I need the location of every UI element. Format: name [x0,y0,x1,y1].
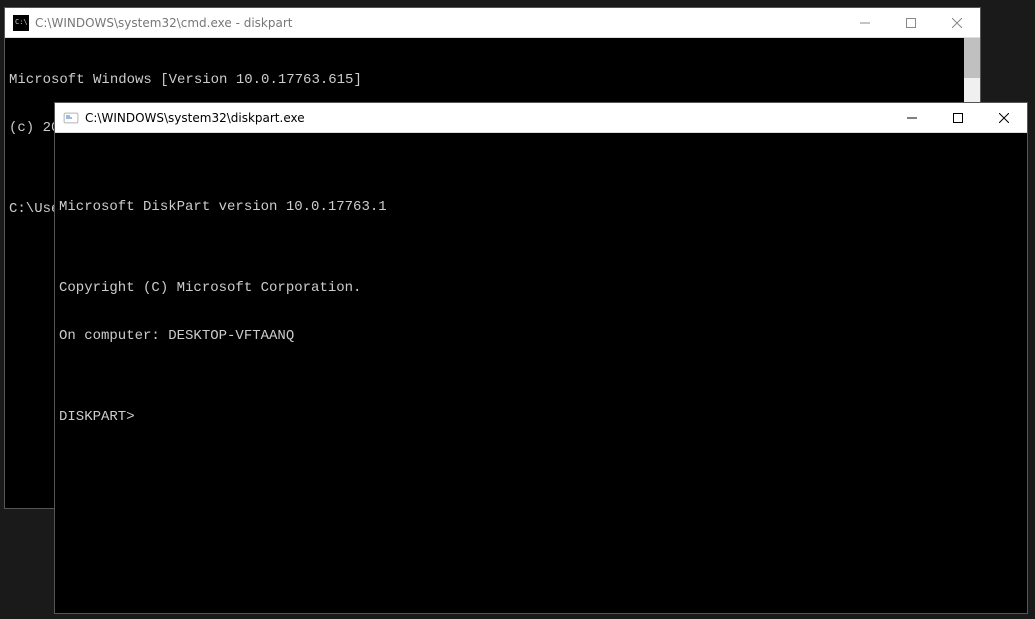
close-button[interactable] [934,8,980,37]
terminal-line: Microsoft Windows [Version 10.0.17763.61… [9,72,960,88]
cmd-window-controls [842,8,980,37]
diskpart-icon [63,110,79,126]
diskpart-terminal-output[interactable]: Microsoft DiskPart version 10.0.17763.1 … [55,133,1027,613]
cmd-scrollbar-thumb[interactable] [964,38,980,78]
terminal-line: Copyright (C) Microsoft Corporation. [59,280,1023,296]
terminal-line: Microsoft DiskPart version 10.0.17763.1 [59,199,1023,215]
maximize-button[interactable] [935,103,981,132]
diskpart-window-title: C:\WINDOWS\system32\diskpart.exe [85,111,889,125]
diskpart-titlebar[interactable]: C:\WINDOWS\system32\diskpart.exe [55,103,1027,133]
diskpart-window[interactable]: C:\WINDOWS\system32\diskpart.exe Microso… [54,102,1028,614]
cmd-window-title: C:\WINDOWS\system32\cmd.exe - diskpart [35,16,842,30]
terminal-line: On computer: DESKTOP-VFTAANQ [59,328,1023,344]
minimize-button[interactable] [889,103,935,132]
minimize-button[interactable] [842,8,888,37]
diskpart-window-controls [889,103,1027,132]
svg-text:C:\: C:\ [15,18,28,26]
terminal-line: DISKPART> [59,409,1023,425]
maximize-button[interactable] [888,8,934,37]
close-button[interactable] [981,103,1027,132]
cmd-titlebar[interactable]: C:\ C:\WINDOWS\system32\cmd.exe - diskpa… [5,8,980,38]
cmd-icon: C:\ [13,15,29,31]
